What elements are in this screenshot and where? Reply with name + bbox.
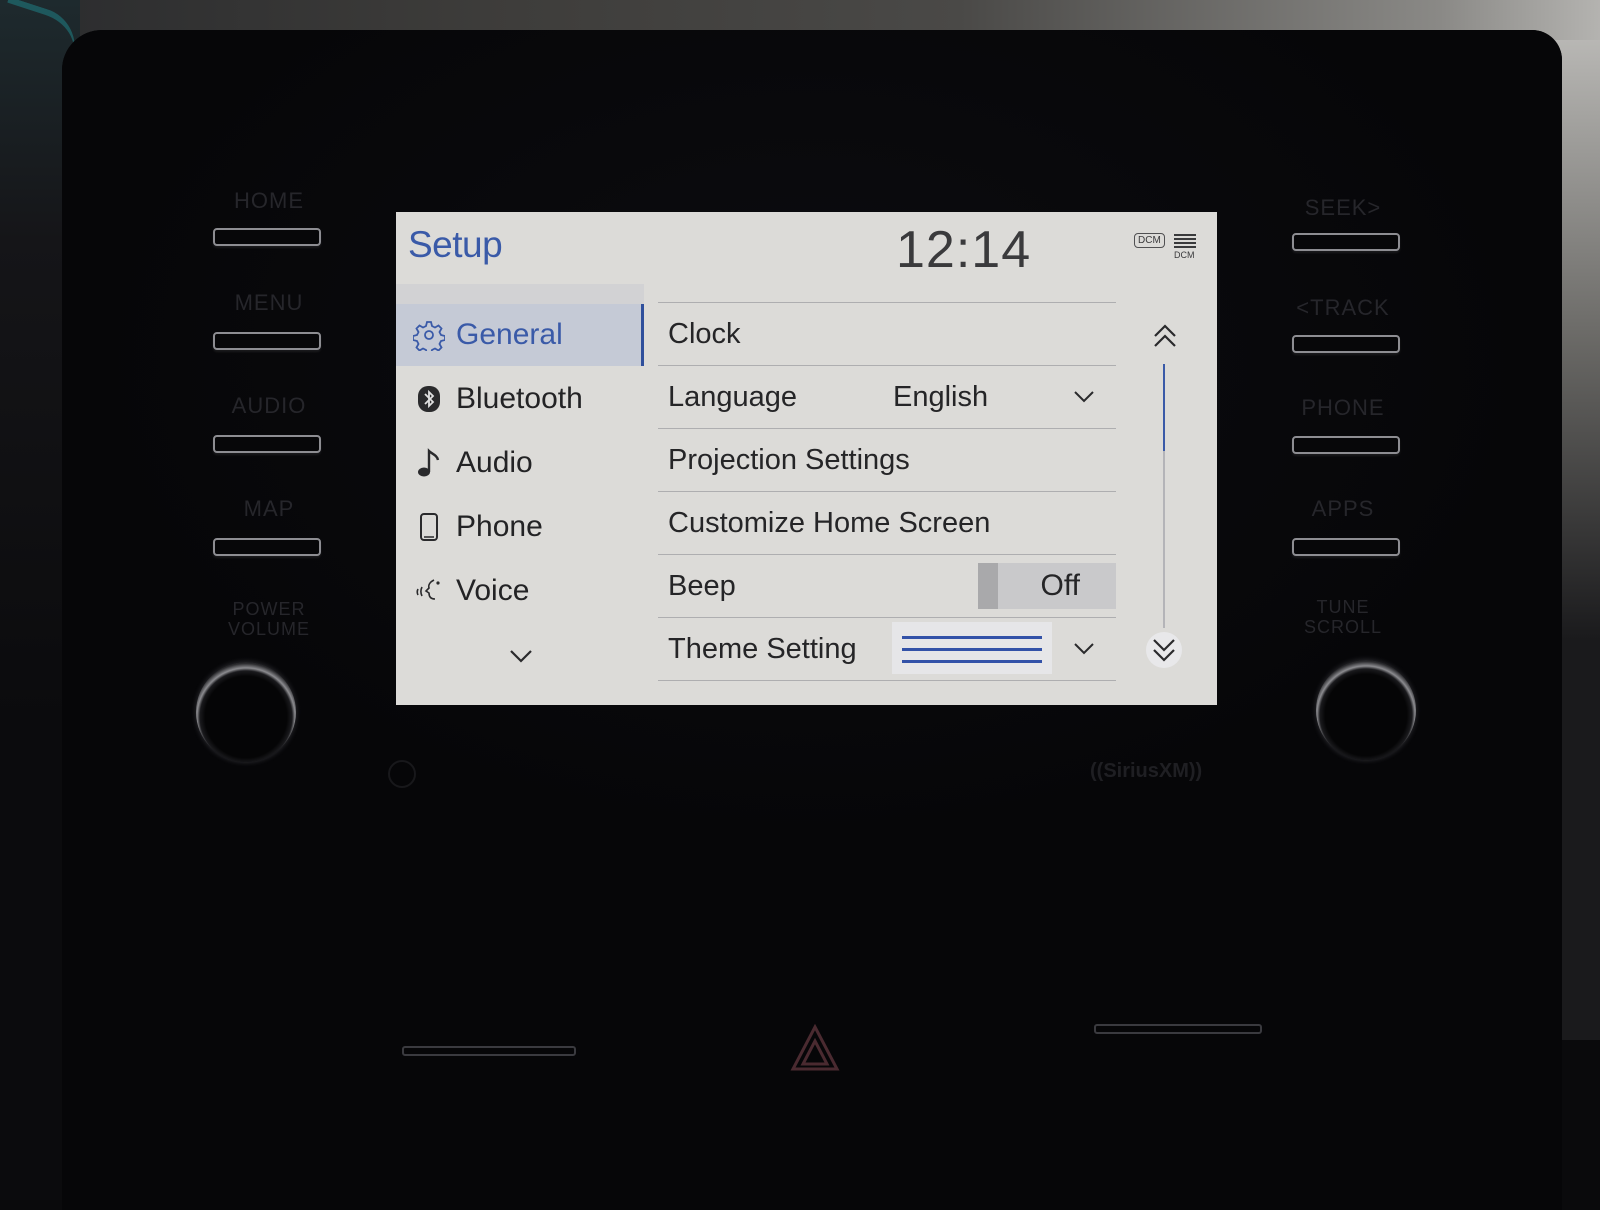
beep-toggle-state: Off	[1040, 569, 1080, 602]
map-button[interactable]	[213, 538, 321, 556]
scroll-label: SCROLL	[1303, 617, 1383, 637]
sidebar-item-general[interactable]: General	[396, 304, 644, 366]
settings-sidebar: General Bluetooth Audio Phone Voice	[396, 284, 644, 705]
music-note-icon	[412, 446, 446, 480]
setting-row-language[interactable]: Language English	[658, 365, 1116, 428]
audio-label: AUDIO	[231, 393, 307, 418]
setting-row-projection[interactable]: Projection Settings	[658, 428, 1116, 491]
chevron-down-icon[interactable]	[1072, 640, 1096, 658]
infotainment-screen: Setup 12:14 DCM DCM General Bluetooth Au…	[396, 212, 1217, 705]
lower-slot-right	[1094, 1024, 1262, 1034]
page-title: Setup	[408, 224, 503, 265]
theme-swatch	[892, 622, 1052, 674]
bluetooth-icon	[412, 382, 446, 416]
gear-icon	[412, 318, 446, 352]
beep-toggle[interactable]: Off	[978, 563, 1116, 609]
scrollbar[interactable]	[1163, 364, 1165, 628]
phone-icon	[412, 510, 446, 544]
sidebar-item-label: Voice	[456, 574, 530, 607]
dcm-status-badge: DCM	[1134, 233, 1165, 248]
volume-label: VOLUME	[227, 619, 311, 639]
language-value: English	[893, 380, 989, 413]
sidebar-item-audio[interactable]: Audio	[396, 432, 644, 494]
chevron-down-icon[interactable]	[1072, 388, 1096, 406]
sidebar-item-phone[interactable]: Phone	[396, 496, 644, 558]
seek-button[interactable]	[1292, 233, 1400, 251]
dcm-signal-icon: DCM	[1174, 234, 1196, 260]
setting-row-clock[interactable]: Clock	[658, 302, 1116, 365]
settings-list: Clock Language English Projection Settin…	[658, 302, 1116, 681]
setting-row-beep[interactable]: Beep Off	[658, 554, 1116, 617]
sidebar-item-label: General	[456, 318, 563, 351]
home-button[interactable]	[213, 228, 321, 246]
sidebar-item-label: Phone	[456, 510, 543, 543]
power-volume-knob[interactable]	[196, 662, 296, 762]
setting-row-customize-home[interactable]: Customize Home Screen	[658, 491, 1116, 554]
home-label: HOME	[234, 188, 304, 213]
tune-scroll-knob[interactable]	[1316, 660, 1416, 760]
scroll-up-icon[interactable]	[1150, 322, 1180, 352]
lower-slot-left	[402, 1046, 576, 1056]
menu-button[interactable]	[213, 332, 321, 350]
apps-button[interactable]	[1292, 538, 1400, 556]
siriusxm-logo: ((SiriusXM))	[1090, 760, 1203, 782]
clock: 12:14	[896, 221, 1032, 279]
sidebar-item-bluetooth[interactable]: Bluetooth	[396, 368, 644, 430]
microphone-icon	[388, 760, 416, 788]
track-button[interactable]	[1292, 335, 1400, 353]
setting-row-theme[interactable]: Theme Setting	[658, 617, 1116, 681]
menu-label: MENU	[234, 290, 304, 315]
hazard-button-icon[interactable]	[790, 1024, 840, 1072]
scroll-down-button[interactable]	[1146, 632, 1182, 668]
voice-icon	[412, 574, 446, 608]
sidebar-item-label: Audio	[456, 446, 533, 479]
seek-label: SEEK>	[1304, 195, 1382, 220]
sidebar-item-label: Bluetooth	[456, 382, 583, 415]
audio-button[interactable]	[213, 435, 321, 453]
apps-label: APPS	[1311, 496, 1375, 521]
track-label: <TRACK	[1296, 295, 1390, 320]
power-label: POWER	[232, 599, 306, 619]
sidebar-item-voice[interactable]: Voice	[396, 560, 644, 622]
scrollbar-thumb[interactable]	[1163, 364, 1165, 451]
map-label: MAP	[243, 496, 295, 521]
scroll-down-icon	[1153, 639, 1175, 662]
phone-hw-label: PHONE	[1301, 395, 1385, 420]
phone-hw-button[interactable]	[1292, 436, 1400, 454]
tune-label: TUNE	[1316, 597, 1370, 617]
chevron-down-icon[interactable]	[506, 644, 536, 668]
